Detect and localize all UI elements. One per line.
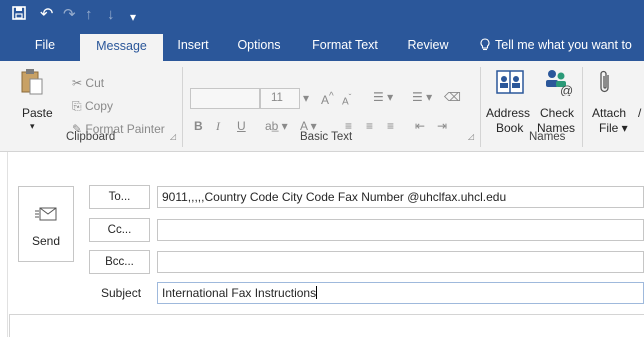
bcc-button[interactable]: Bcc... <box>89 250 150 274</box>
subject-label: Subject <box>101 286 142 300</box>
shrink-font-button[interactable]: Aˇ <box>342 92 351 107</box>
tab-format-text[interactable]: Format Text <box>306 31 384 61</box>
grow-font-button[interactable]: A^ <box>321 91 334 107</box>
bullets-icon[interactable]: ☰ ▾ <box>373 90 393 104</box>
clipboard-launcher-icon[interactable]: ◿ <box>170 132 176 141</box>
title-bar: ↶ ↷ ↑ ↓ ▾ <box>0 0 644 31</box>
bold-button[interactable]: B <box>194 119 203 133</box>
increase-indent-icon[interactable]: ⇥ <box>437 119 447 133</box>
paste-dropdown-icon[interactable]: ▾ <box>30 121 35 132</box>
check-names-icon[interactable]: @ <box>543 68 573 96</box>
address-book-label-1[interactable]: Address <box>486 106 530 120</box>
decrease-indent-icon[interactable]: ⇤ <box>415 119 425 133</box>
names-group-label: Names <box>529 131 566 143</box>
address-book-icon[interactable] <box>496 69 524 95</box>
message-body[interactable] <box>9 314 644 337</box>
compose-left-border <box>0 152 8 337</box>
address-book-label-2[interactable]: Book <box>496 121 523 135</box>
basic-text-launcher-icon[interactable]: ◿ <box>468 132 474 141</box>
separator <box>480 67 481 147</box>
paste-button[interactable]: Paste <box>22 106 53 120</box>
lightbulb-icon <box>480 31 490 59</box>
separator <box>182 67 183 147</box>
svg-text:@: @ <box>560 83 573 96</box>
arrow-down-icon[interactable]: ↓ <box>107 6 115 24</box>
font-size-dropdown-icon[interactable]: ▾ <box>303 91 309 105</box>
cut-button[interactable]: ✂ Cut <box>72 76 104 90</box>
bcc-field[interactable] <box>157 251 644 273</box>
clear-formatting-icon[interactable]: ⌫ <box>444 90 461 104</box>
tab-message[interactable]: Message <box>80 34 163 61</box>
tab-file[interactable]: File <box>28 31 62 61</box>
basic-text-group-label: Basic Text <box>300 131 353 143</box>
send-button[interactable]: Send <box>18 186 74 262</box>
send-icon <box>35 207 59 223</box>
align-center-icon[interactable]: ≡ <box>366 119 373 133</box>
tell-me-search[interactable]: Tell me what you want to <box>480 31 644 61</box>
ribbon-overflow-edge: / <box>638 106 642 120</box>
highlight-icon[interactable]: ab̲ ▾ <box>265 119 288 133</box>
save-icon[interactable] <box>12 6 26 20</box>
tab-review[interactable]: Review <box>405 31 451 61</box>
copy-button[interactable]: ⎘ Copy <box>72 99 113 114</box>
tell-me-text: Tell me what you want to <box>495 38 632 52</box>
attach-file-label-1[interactable]: Attach <box>592 106 626 120</box>
cc-button[interactable]: Cc... <box>89 218 150 242</box>
paperclip-icon[interactable] <box>599 69 611 95</box>
arrow-up-icon[interactable]: ↑ <box>85 6 93 24</box>
separator <box>582 67 583 147</box>
font-name-select[interactable] <box>190 88 260 109</box>
text-cursor <box>316 286 318 299</box>
compose-area <box>0 152 644 337</box>
align-right-icon[interactable]: ≡ <box>387 119 394 133</box>
undo-icon[interactable]: ↶ <box>40 6 53 24</box>
clipboard-group-label: Clipboard <box>66 131 116 143</box>
redo-icon[interactable]: ↷ <box>63 6 76 24</box>
to-field[interactable]: 9011,,,,,Country Code City Code Fax Numb… <box>157 186 644 208</box>
subject-field[interactable]: International Fax Instructions <box>157 282 644 304</box>
check-names-label-1[interactable]: Check <box>540 106 574 120</box>
paste-icon[interactable] <box>20 67 44 97</box>
cc-field[interactable] <box>157 219 644 241</box>
customize-qat-icon[interactable]: ▾ <box>130 8 136 26</box>
italic-button[interactable]: I <box>216 119 220 134</box>
attach-file-label-2[interactable]: File ▾ <box>599 121 628 135</box>
tab-options[interactable]: Options <box>234 31 284 61</box>
ribbon-tabs: File Message Insert Options Format Text … <box>0 31 644 61</box>
send-label: Send <box>31 234 61 248</box>
ribbon: Paste ▾ ✂ Cut ⎘ Copy ✎ Format Painter Cl… <box>0 61 644 152</box>
font-size-select[interactable]: 11 <box>260 88 300 109</box>
underline-button[interactable]: U <box>237 119 246 133</box>
to-button[interactable]: To... <box>89 185 150 209</box>
scissors-icon: ✂ <box>72 76 83 90</box>
tab-insert[interactable]: Insert <box>173 31 213 61</box>
copy-icon: ⎘ <box>72 99 82 113</box>
numbering-icon[interactable]: ☰ ▾ <box>412 90 432 104</box>
